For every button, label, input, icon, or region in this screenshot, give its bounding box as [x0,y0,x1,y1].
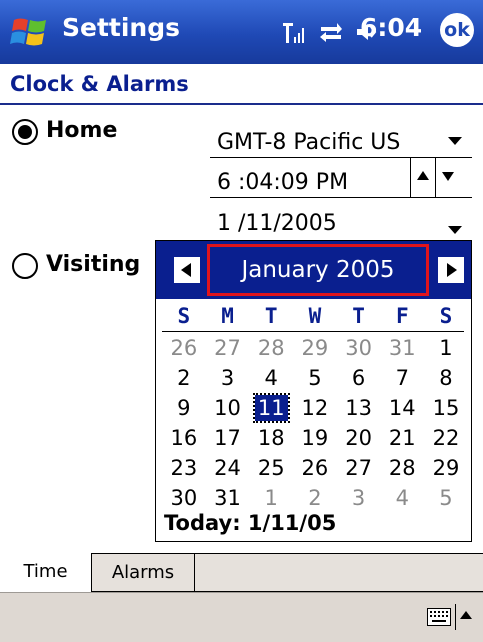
keyboard-icon[interactable] [427,608,451,626]
input-panel-arrow-icon[interactable] [460,611,472,619]
chevron-down-icon [448,137,462,145]
calendar-day[interactable]: 15 [424,393,468,423]
calendar-day[interactable]: 12 [293,393,337,423]
calendar-week-row: 16 17 18 19 20 21 22 [162,423,468,453]
calendar-day[interactable]: 14 [380,393,424,423]
calendar-day[interactable]: 10 [206,393,250,423]
signal-strength-icon[interactable] [283,21,307,43]
calendar-day[interactable]: 30 [162,483,206,513]
arrow-left-icon [181,263,191,277]
calendar-day[interactable]: 21 [380,423,424,453]
calendar-day[interactable]: 28 [249,333,293,363]
visiting-radio[interactable] [12,253,38,279]
weekday-label: T [264,304,278,328]
weekday-header-row: S M T W T F S [162,304,468,330]
calendar-day[interactable]: 31 [380,333,424,363]
app-title: Settings [62,13,181,42]
weekday-label: S [439,304,453,328]
calendar-header: January 2005 [156,241,471,299]
spin-down-icon[interactable] [442,172,454,181]
date-picker-calendar[interactable]: January 2005 S M T W T F S 26 27 28 29 3… [155,240,472,542]
calendar-day[interactable]: 2 [293,483,337,513]
weekday-label: M [221,304,234,328]
calendar-day[interactable]: 3 [337,483,381,513]
calendar-day[interactable]: 16 [162,423,206,453]
calendar-day[interactable]: 22 [424,423,468,453]
calendar-day[interactable]: 20 [337,423,381,453]
visiting-label[interactable]: Visiting [46,252,140,277]
weekday-label: W [308,304,322,328]
connection-arrows-icon[interactable] [319,21,343,43]
tab-alarms[interactable]: Alarms [92,553,195,592]
calendar-day[interactable]: 25 [249,453,293,483]
calendar-day[interactable]: 7 [380,363,424,393]
status-clock[interactable]: 6:04 [360,13,422,42]
calendar-day[interactable]: 4 [380,483,424,513]
previous-month-button[interactable] [174,257,200,283]
tab-bar-filler [195,554,483,592]
heading-divider [0,103,483,105]
date-value: 1 /11/2005 [217,211,337,236]
today-link[interactable]: Today: 1/11/05 [164,511,336,535]
calendar-day[interactable]: 24 [206,453,250,483]
home-label[interactable]: Home [46,118,117,143]
tab-bar: Time Alarms [0,553,483,593]
menu-bar [0,592,483,642]
calendar-day[interactable]: 5 [424,483,468,513]
calendar-day[interactable]: 29 [424,453,468,483]
calendar-day[interactable]: 18 [249,423,293,453]
spinner-divider [435,157,436,197]
spin-up-icon[interactable] [417,171,429,180]
calendar-day[interactable]: 17 [206,423,250,453]
calendar-day[interactable]: 29 [293,333,337,363]
calendar-day[interactable]: 23 [162,453,206,483]
weekday-label: S [177,304,191,328]
weekday-label: F [395,304,409,328]
time-spinner[interactable] [410,157,471,197]
timezone-value: GMT-8 Pacific US [217,130,401,155]
calendar-day[interactable]: 2 [162,363,206,393]
calendar-week-row: 2 3 4 5 6 7 8 [162,363,468,393]
calendar-day[interactable]: 27 [206,333,250,363]
calendar-day[interactable]: 5 [293,363,337,393]
input-panel-divider [455,604,456,630]
title-bar: Settings 6:04 ok [0,0,483,64]
calendar-day[interactable]: 6 [337,363,381,393]
month-title[interactable]: January 2005 [210,247,426,293]
calendar-day[interactable]: 30 [337,333,381,363]
calendar-day[interactable]: 4 [249,363,293,393]
weekday-label: T [352,304,365,328]
selected-day-label: 11 [252,393,290,423]
calendar-day-selected[interactable]: 11 [249,393,293,423]
calendar-week-row: 26 27 28 29 30 31 1 [162,333,468,363]
calendar-week-row: 30 31 1 2 3 4 5 [162,483,468,513]
calendar-day[interactable]: 19 [293,423,337,453]
calendar-day[interactable]: 13 [337,393,381,423]
calendar-day[interactable]: 26 [162,333,206,363]
time-underline [210,197,472,198]
weekday-divider [162,331,464,332]
calendar-week-row: 9 10 11 12 13 14 15 [162,393,468,423]
month-title-highlight[interactable]: January 2005 [207,244,429,296]
calendar-day[interactable]: 1 [249,483,293,513]
arrow-right-icon [447,263,457,277]
home-radio[interactable] [12,119,38,145]
calendar-day[interactable]: 27 [337,453,381,483]
calendar-day[interactable]: 31 [206,483,250,513]
calendar-day[interactable]: 26 [293,453,337,483]
time-value: 6 :04:09 PM [217,170,349,195]
next-month-button[interactable] [438,257,464,283]
calendar-day[interactable]: 9 [162,393,206,423]
chevron-down-icon [448,226,462,234]
calendar-day[interactable]: 8 [424,363,468,393]
calendar-day[interactable]: 28 [380,453,424,483]
calendar-day[interactable]: 1 [424,333,468,363]
ok-button[interactable]: ok [440,13,474,47]
tab-time[interactable]: Time [0,553,92,592]
windows-flag-icon[interactable] [10,12,50,52]
calendar-week-row: 23 24 25 26 27 28 29 [162,453,468,483]
calendar-day[interactable]: 3 [206,363,250,393]
page-title: Clock & Alarms [10,72,189,96]
